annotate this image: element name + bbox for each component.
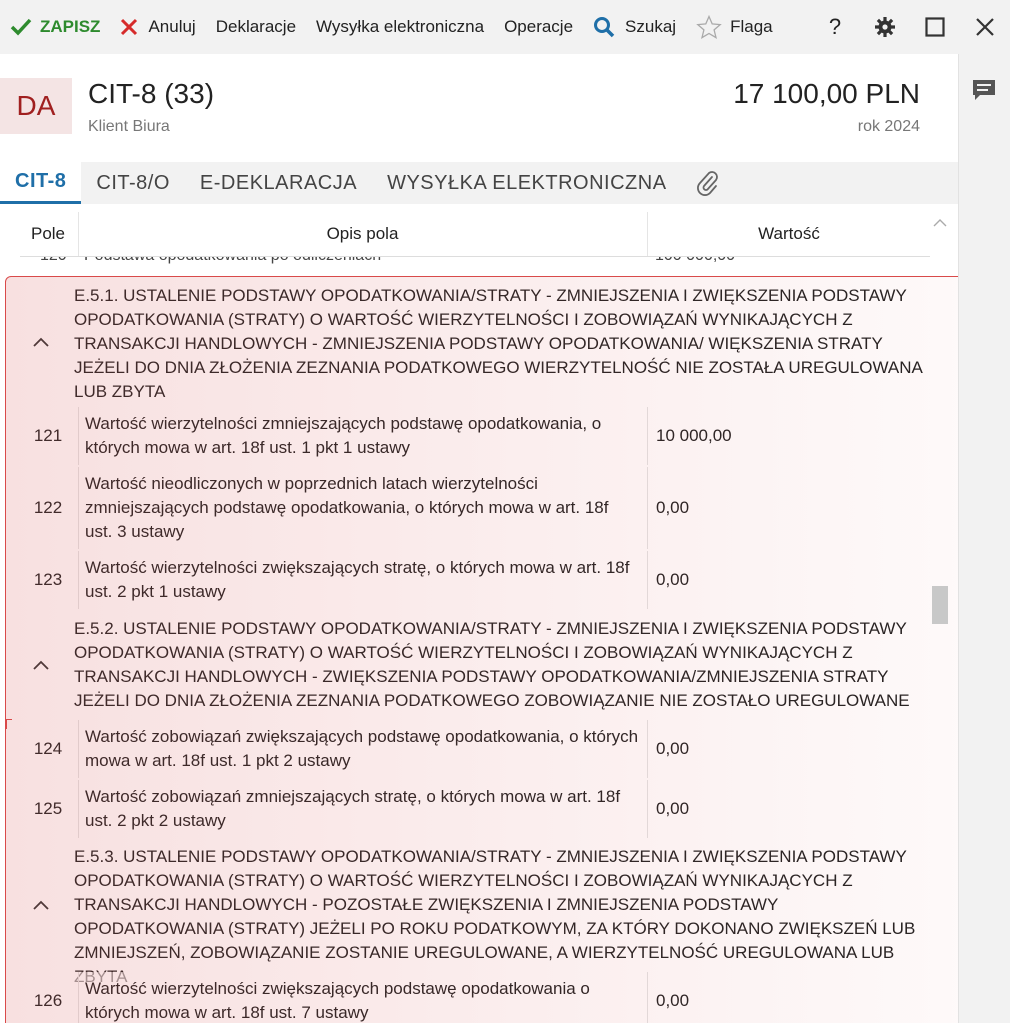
- help-button[interactable]: ?: [810, 0, 860, 54]
- table-row-partial[interactable]: 120 Podstawa opodatkowania po odliczenia…: [20, 257, 930, 269]
- table-row[interactable]: 122 Wartość nieodliczonych w poprzednich…: [20, 467, 930, 549]
- section-title: E.5.2. USTALENIE PODSTAWY OPODATKOWANIA/…: [74, 619, 910, 710]
- declaration-grid: Pole Opis pola Wartość 120 Podstawa opod…: [0, 204, 958, 1023]
- column-header-opis[interactable]: Opis pola: [78, 212, 646, 256]
- chevron-up-icon[interactable]: [32, 336, 50, 348]
- gear-icon: [875, 17, 895, 37]
- maximize-button[interactable]: [910, 0, 960, 54]
- row-value[interactable]: 10 000,00: [647, 407, 930, 465]
- close-icon: [976, 18, 994, 36]
- row-number: 126: [33, 991, 63, 1010]
- selection-marker: [6, 719, 12, 729]
- search-icon: [594, 17, 615, 38]
- save-label: ZAPISZ: [40, 17, 101, 36]
- tab-wysylka-elektroniczna[interactable]: WYSYŁKA ELEKTRONICZNA: [372, 162, 681, 204]
- row-number: 124: [33, 739, 63, 758]
- star-outline-icon: [696, 15, 722, 39]
- row-description: Podstawa opodatkowania po odliczeniach: [84, 257, 381, 265]
- table-row[interactable]: 121 Wartość wierzytelności zmniejszający…: [20, 407, 930, 465]
- cancel-button[interactable]: Anuluj: [110, 0, 205, 54]
- row-value[interactable]: 0,00: [647, 551, 930, 609]
- operations-menu[interactable]: Operacje: [494, 0, 583, 54]
- vertical-scrollbar[interactable]: [930, 212, 950, 1023]
- tab-cit-8[interactable]: CIT-8: [0, 162, 82, 204]
- section-header-e52[interactable]: E.5.2. USTALENIE PODSTAWY OPODATKOWANIA/…: [20, 613, 930, 717]
- avatar: DA: [0, 78, 72, 134]
- operations-label: Operacje: [504, 17, 574, 36]
- document-header: DA CIT-8 (33) Klient Biura 17 100,00 PLN…: [0, 54, 958, 162]
- row-value[interactable]: 0,00: [647, 972, 930, 1023]
- section-header-e51[interactable]: E.5.1. USTALENIE PODSTAWY OPODATKOWANIA/…: [20, 280, 930, 404]
- e-shipping-menu[interactable]: Wysyłka elektroniczna: [306, 0, 494, 54]
- paperclip-icon: [696, 171, 718, 196]
- tax-year: rok 2024: [857, 118, 920, 135]
- chevron-up-icon[interactable]: [932, 218, 948, 228]
- declarations-label: Deklaracje: [215, 17, 297, 36]
- close-x-icon: [121, 18, 138, 36]
- help-icon: ?: [828, 14, 842, 39]
- flag-button[interactable]: Flaga: [686, 0, 783, 54]
- row-number: 122: [33, 498, 63, 517]
- declarations-menu[interactable]: Deklaracje: [206, 0, 306, 54]
- flag-label: Flaga: [730, 17, 773, 36]
- table-row[interactable]: 124 Wartość zobowiązań zwiększających po…: [20, 720, 930, 778]
- column-header-wartosc[interactable]: Wartość: [647, 212, 930, 256]
- chevron-up-icon[interactable]: [32, 899, 50, 911]
- e-shipping-label: Wysyłka elektroniczna: [316, 17, 485, 36]
- row-number: 121: [33, 426, 63, 445]
- row-number: 123: [33, 570, 63, 589]
- comments-button[interactable]: [971, 78, 997, 107]
- scrollbar-thumb[interactable]: [932, 586, 948, 624]
- chevron-up-icon[interactable]: [32, 659, 50, 671]
- row-value[interactable]: 0,00: [647, 467, 930, 549]
- page-subtitle: Klient Biura: [88, 118, 170, 135]
- toolbar: ZAPISZ Anuluj Deklaracje Wysyłka elektro…: [0, 0, 1010, 54]
- tab-e-deklaracja[interactable]: E-DEKLARACJA: [185, 162, 372, 204]
- section-title: E.5.1. USTALENIE PODSTAWY OPODATKOWANIA/…: [74, 286, 922, 401]
- row-number: 120: [40, 257, 67, 265]
- row-number: 125: [33, 799, 63, 818]
- column-header-pole[interactable]: Pole: [20, 212, 76, 256]
- right-side-panel: [958, 54, 1010, 1023]
- table-row[interactable]: 123 Wartość wierzytelności zwiększającyc…: [20, 551, 930, 609]
- tab-cit-8-o[interactable]: CIT-8/O: [81, 162, 185, 204]
- row-value: 100 000,00: [655, 257, 735, 265]
- search-button[interactable]: Szukaj: [583, 0, 686, 54]
- tab-bar: CIT-8 CIT-8/O E-DEKLARACJA WYSYŁKA ELEKT…: [0, 162, 958, 204]
- row-value[interactable]: 0,00: [647, 720, 930, 778]
- total-amount: 17 100,00 PLN: [733, 78, 920, 109]
- row-description: Wartość wierzytelności zwiększających po…: [78, 972, 646, 1023]
- row-description: Wartość wierzytelności zwiększających st…: [78, 551, 646, 609]
- close-window-button[interactable]: [960, 0, 1010, 54]
- table-row[interactable]: 126 Wartość wierzytelności zwiększającyc…: [20, 972, 930, 1023]
- section-header-e53[interactable]: E.5.3. USTALENIE PODSTAWY OPODATKOWANIA/…: [20, 841, 930, 986]
- row-description: Wartość zobowiązań zmniejszających strat…: [78, 780, 646, 838]
- check-icon: [10, 18, 32, 36]
- cancel-label: Anuluj: [148, 17, 196, 36]
- maximize-icon: [925, 17, 945, 37]
- settings-button[interactable]: [860, 0, 910, 54]
- search-label: Szukaj: [625, 17, 677, 36]
- row-description: Wartość zobowiązań zwiększających podsta…: [78, 720, 646, 778]
- comment-icon: [973, 80, 995, 100]
- table-row[interactable]: 125 Wartość zobowiązań zmniejszających s…: [20, 780, 930, 838]
- row-description: Wartość wierzytelności zmniejszających p…: [78, 407, 646, 465]
- save-button[interactable]: ZAPISZ: [0, 0, 110, 54]
- page-title: CIT-8 (33): [88, 78, 215, 109]
- row-value[interactable]: 0,00: [647, 780, 930, 838]
- row-description: Wartość nieodliczonych w poprzednich lat…: [78, 467, 646, 549]
- attachments-tab[interactable]: [682, 162, 734, 204]
- section-title: E.5.3. USTALENIE PODSTAWY OPODATKOWANIA/…: [74, 847, 916, 986]
